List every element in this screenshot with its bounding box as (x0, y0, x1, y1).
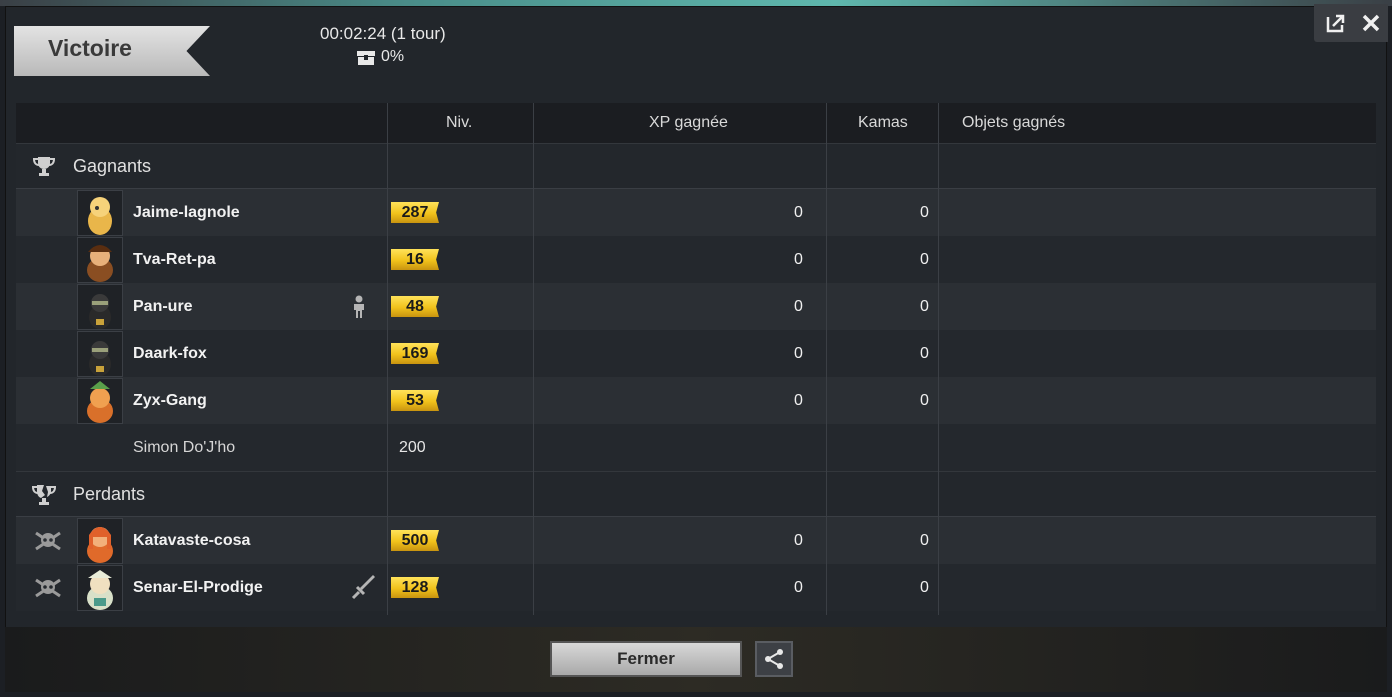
kamas-value: 0 (920, 297, 929, 315)
xp-value: 0 (794, 203, 803, 221)
companion-level: 200 (399, 438, 426, 456)
share-button[interactable] (755, 641, 793, 677)
player-name: Tva-Ret-pa (133, 250, 216, 268)
table-header: Niv. XP gagnée Kamas Objets gagnés (16, 103, 1376, 143)
level-badge: 287 (391, 202, 439, 223)
player-name: Senar-El-Prodige (133, 578, 263, 596)
skull-icon (35, 531, 61, 551)
level-badge: 16 (391, 249, 439, 270)
table-row[interactable]: Katavaste-cosa 500 0 0 (16, 517, 1376, 564)
winners-label: Gagnants (73, 155, 152, 176)
winners-section-header: Gagnants (16, 143, 1376, 189)
avatar (77, 284, 123, 330)
broken-trophy-icon (31, 485, 57, 505)
column-divider (533, 103, 534, 615)
kamas-value: 0 (920, 578, 929, 596)
avatar (77, 378, 123, 424)
xp-value: 0 (794, 297, 803, 315)
result-title: Victoire (48, 35, 132, 61)
table-row[interactable]: Tva-Ret-pa 16 0 0 (16, 236, 1376, 283)
kamas-value: 0 (920, 531, 929, 549)
kamas-value: 0 (920, 344, 929, 362)
avatar (77, 565, 123, 611)
level-badge: 169 (391, 343, 439, 364)
fight-duration: 00:02:24 (1 tour) (320, 24, 446, 43)
companion-person-icon (354, 295, 364, 318)
level-badge: 48 (391, 296, 439, 317)
table-row[interactable]: Senar-El-Prodige 128 0 0 (16, 564, 1376, 611)
losers-section-header: Perdants (16, 471, 1376, 517)
results-table: Niv. XP gagnée Kamas Objets gagnés Gagna… (16, 103, 1376, 615)
chest-icon (357, 51, 375, 65)
col-items-header: Objets gagnés (962, 114, 1066, 131)
xp-value: 0 (794, 344, 803, 362)
close-icon (1362, 14, 1380, 32)
avatar (77, 331, 123, 377)
skull-icon (35, 578, 61, 598)
detach-button[interactable] (1323, 10, 1349, 36)
column-divider (387, 103, 388, 615)
player-name: Katavaste-cosa (133, 531, 251, 549)
chest-bonus: 0% (356, 48, 404, 66)
level-badge: 53 (391, 390, 439, 411)
bottom-bar: Fermer (5, 627, 1387, 692)
close-window-button[interactable] (1358, 10, 1384, 36)
player-name: Daark-fox (133, 344, 207, 362)
avatar (77, 190, 123, 236)
level-badge: 128 (391, 577, 439, 598)
column-divider (826, 103, 827, 615)
table-row[interactable]: Daark-fox 169 0 0 (16, 330, 1376, 377)
companion-name: Simon Do'J'ho (133, 438, 236, 456)
kamas-value: 0 (920, 391, 929, 409)
xp-value: 0 (794, 391, 803, 409)
player-name: Pan-ure (133, 297, 193, 315)
avatar (77, 237, 123, 283)
xp-value: 0 (794, 250, 803, 268)
sword-icon (351, 575, 375, 600)
player-name: Jaime-lagnole (133, 203, 240, 221)
col-kamas-header: Kamas (858, 114, 908, 131)
result-ribbon: Victoire (14, 26, 210, 76)
col-xp-header: XP gagnée (649, 114, 728, 131)
table-row: Simon Do'J'ho 200 (16, 424, 1376, 471)
column-divider (938, 103, 939, 615)
chest-percent: 0% (381, 48, 405, 65)
losers-label: Perdants (73, 483, 146, 504)
xp-value: 0 (794, 531, 803, 549)
trophy-icon (32, 157, 56, 176)
table-row[interactable]: Jaime-lagnole 287 0 0 (16, 189, 1376, 236)
level-badge: 500 (391, 530, 439, 551)
table-row[interactable]: Pan-ure 48 0 0 (16, 283, 1376, 330)
xp-value: 0 (794, 578, 803, 596)
table-row[interactable]: Zyx-Gang 53 0 0 (16, 377, 1376, 424)
player-name: Zyx-Gang (133, 391, 207, 409)
close-button[interactable]: Fermer (550, 641, 742, 677)
kamas-value: 0 (920, 250, 929, 268)
col-level-header: Niv. (446, 114, 473, 131)
share-icon (765, 649, 783, 669)
avatar (77, 518, 123, 564)
kamas-value: 0 (920, 203, 929, 221)
window-controls (1314, 4, 1388, 42)
detach-icon (1326, 14, 1345, 33)
